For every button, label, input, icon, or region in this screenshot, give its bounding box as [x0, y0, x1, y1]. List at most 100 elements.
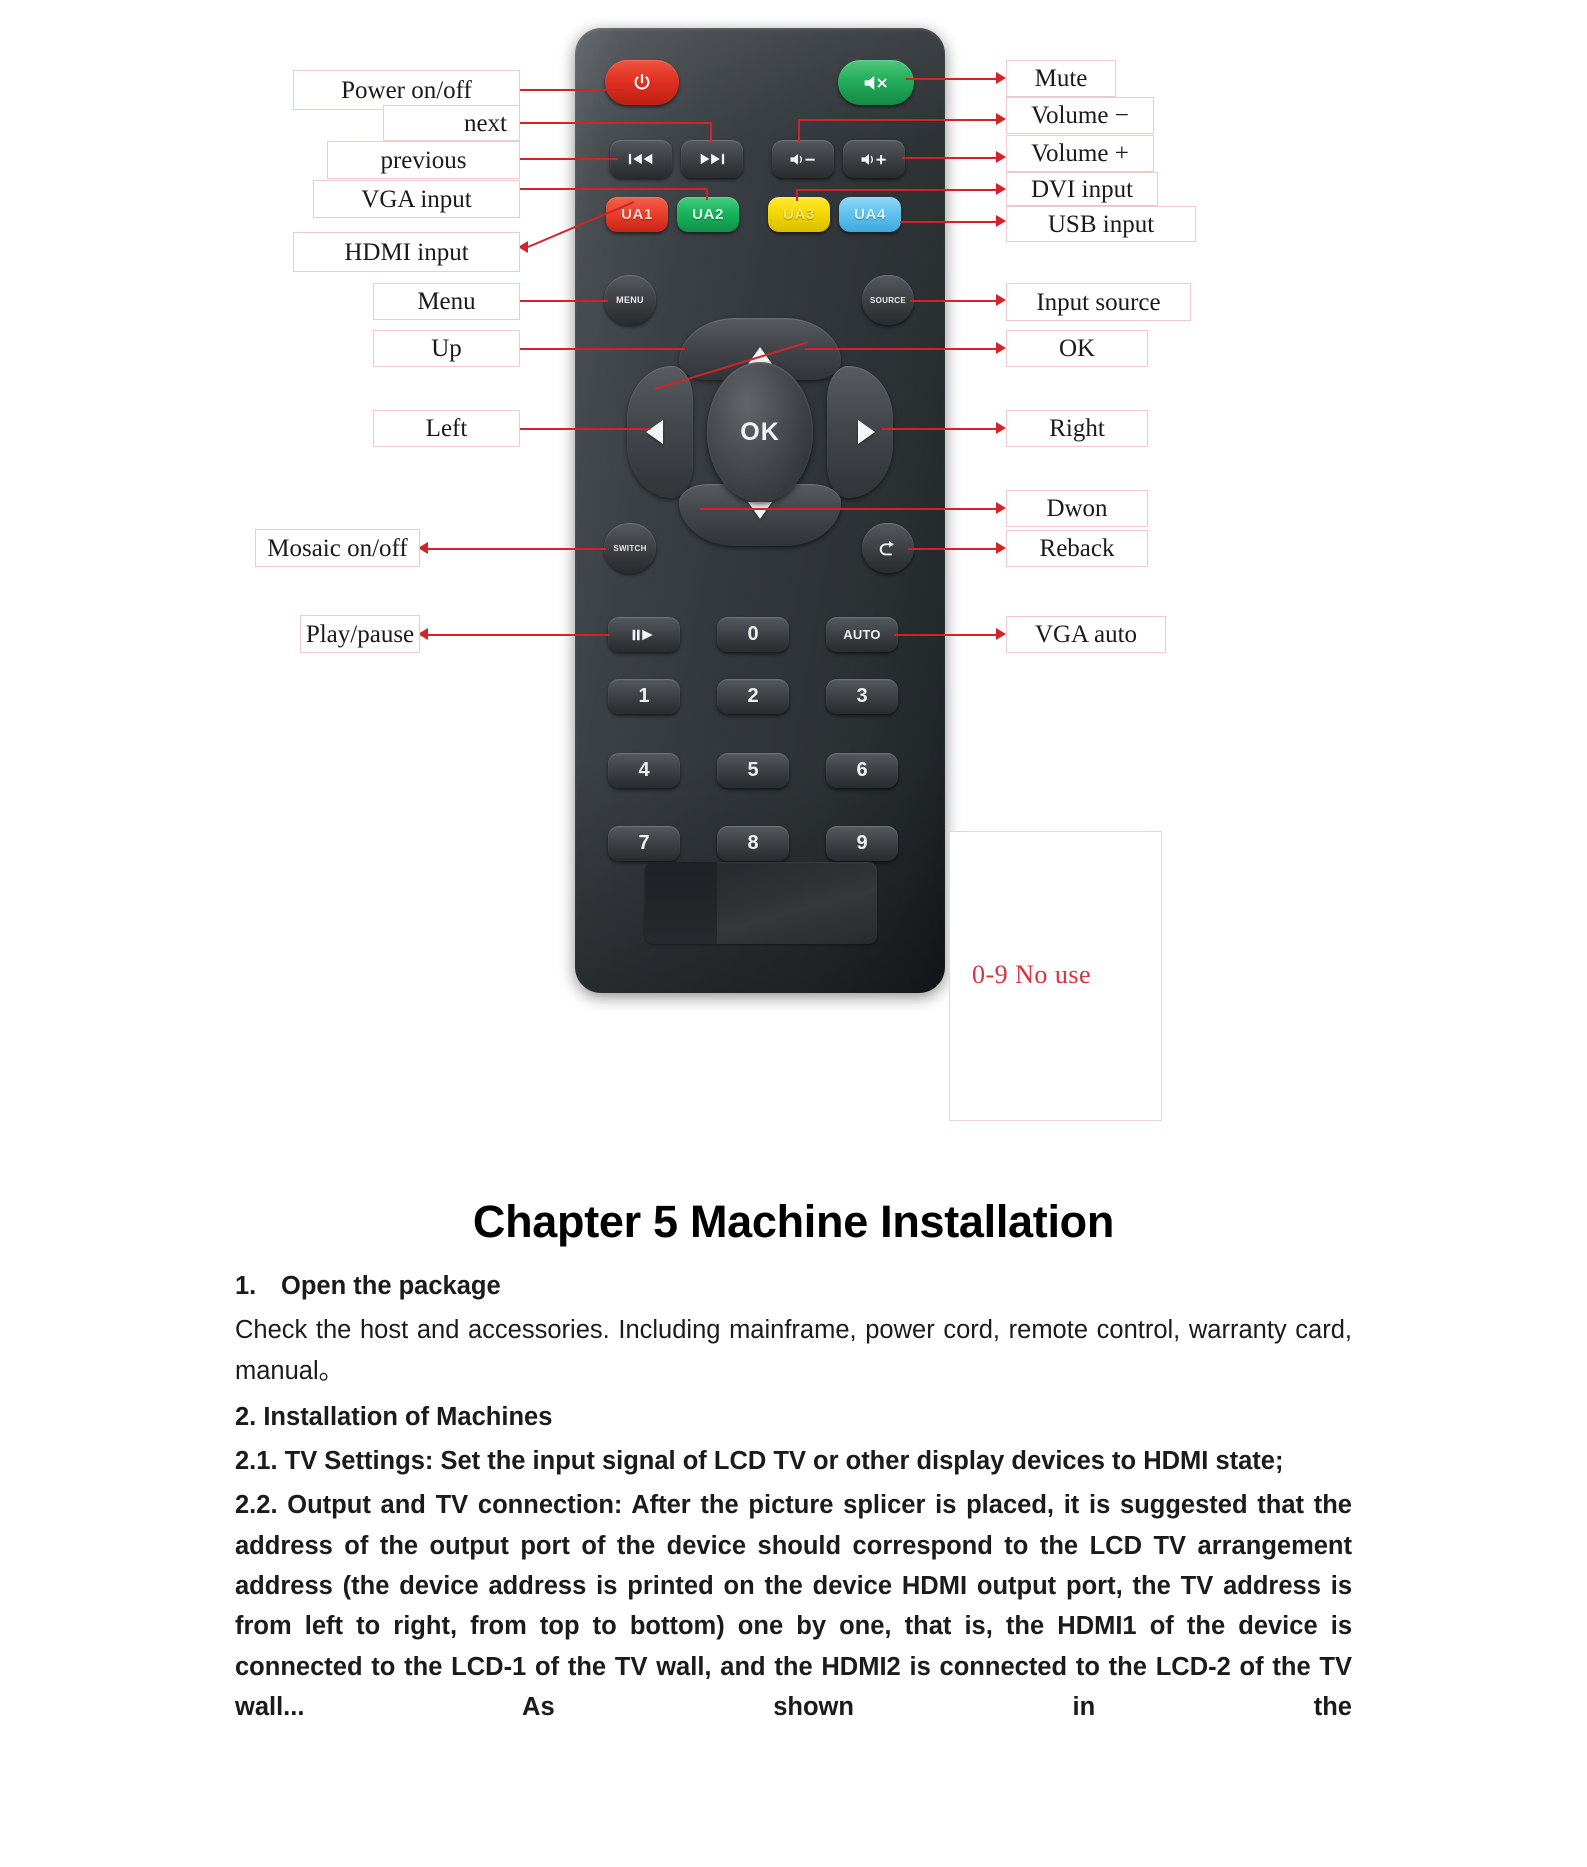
leader-line-vol-down-h — [798, 119, 996, 121]
arrow-down-icon — [748, 501, 772, 519]
ua4-button[interactable]: UA4 — [839, 197, 901, 232]
leader-arrow-dvi — [996, 183, 1006, 195]
label-dvi-input: DVI input — [1006, 172, 1158, 206]
ua2-button[interactable]: UA2 — [677, 197, 739, 232]
label-down-text: Dwon — [1046, 495, 1108, 522]
leader-line-vga-h — [520, 188, 708, 190]
key-7-label: 7 — [638, 832, 650, 854]
key-1-label: 1 — [638, 685, 650, 707]
ua3-button[interactable]: UA3 — [768, 197, 830, 232]
reback-button[interactable] — [862, 523, 914, 573]
leader-line-down — [700, 508, 996, 510]
mute-button[interactable] — [838, 60, 914, 105]
ua1-button[interactable]: UA1 — [606, 197, 668, 232]
label-usb-input-text: USB input — [1047, 210, 1155, 238]
label-hdmi-input: HDMI input — [293, 232, 520, 272]
key-0-button[interactable]: 0 — [717, 617, 789, 652]
key-3-button[interactable]: 3 — [826, 679, 898, 714]
ua4-label: UA4 — [854, 206, 886, 223]
previous-button[interactable] — [610, 140, 672, 178]
leader-line-vol-down-v — [798, 119, 800, 143]
no-use-note-text: 0-9 No use — [972, 960, 1092, 989]
label-power-on-off: Power on/off — [293, 70, 520, 110]
key-5-button[interactable]: 5 — [717, 753, 789, 788]
label-left: Left — [373, 410, 520, 447]
key-6-button[interactable]: 6 — [826, 753, 898, 788]
leader-arrow-vga-auto — [996, 628, 1006, 640]
leader-line-reback — [908, 548, 996, 550]
volume-up-icon — [861, 153, 886, 165]
key-2-button[interactable]: 2 — [717, 679, 789, 714]
dpad: OK — [627, 318, 893, 546]
power-icon — [634, 73, 650, 89]
source-button-label: SOURCE — [869, 295, 907, 305]
label-mosaic-on-off-text: Mosaic on/off — [267, 534, 408, 562]
label-previous: previous — [327, 141, 520, 179]
leader-arrow-usb — [996, 215, 1006, 227]
chapter-title: Chapter 5 Machine Installation — [472, 1196, 1115, 1247]
ua1-label: UA1 — [621, 206, 653, 223]
volume-down-button[interactable] — [772, 140, 834, 178]
switch-button-label: SWITCH — [613, 543, 647, 553]
leader-line-vol-up — [902, 157, 996, 159]
leader-line-ok-h — [805, 348, 996, 350]
dpad-right-button[interactable] — [827, 366, 893, 498]
switch-button[interactable]: SWITCH — [604, 523, 656, 573]
item-2-1-paragraph: 2.1. TV Settings: Set the input signal o… — [235, 1447, 1284, 1476]
label-input-source-text: Input source — [1036, 288, 1161, 316]
label-up: Up — [373, 330, 520, 367]
item-2-2-paragraph: 2.2. Output and TV connection: After the… — [235, 1491, 1352, 1721]
label-vga-auto: VGA auto — [1006, 616, 1166, 653]
auto-button[interactable]: AUTO — [826, 617, 898, 652]
ok-button[interactable]: OK — [707, 362, 813, 502]
mute-icon — [864, 75, 887, 90]
leader-line-next-h — [520, 122, 712, 124]
leader-arrow-ok — [996, 342, 1006, 354]
label-volume-up-text: Volume + — [1031, 140, 1129, 167]
leader-line-power — [520, 89, 625, 91]
label-up-text: Up — [431, 335, 462, 362]
item-1-heading: 1. Open the package — [235, 1266, 1352, 1306]
label-ok: OK — [1006, 330, 1148, 367]
item-2-heading: 2. Installation of Machines — [235, 1402, 553, 1431]
label-menu-text: Menu — [417, 288, 476, 315]
undo-arrow-icon — [879, 541, 894, 556]
leader-arrow-reback — [996, 542, 1006, 554]
key-5-label: 5 — [747, 759, 759, 781]
label-volume-down-text: Volume − — [1031, 102, 1129, 129]
label-right-text: Right — [1049, 415, 1105, 442]
key-9-button[interactable]: 9 — [826, 826, 898, 861]
label-volume-down: Volume − — [1006, 97, 1154, 134]
leader-line-play — [428, 634, 610, 636]
battery-door-notch — [645, 862, 717, 944]
label-down: Dwon — [1006, 490, 1148, 527]
leader-line-left — [520, 428, 650, 430]
next-button[interactable] — [681, 140, 743, 178]
play-pause-icon — [632, 629, 653, 640]
play-pause-button[interactable] — [608, 617, 680, 652]
auto-button-label: AUTO — [843, 627, 881, 642]
key-7-button[interactable]: 7 — [608, 826, 680, 861]
item-1-title: Open the package — [281, 1272, 501, 1300]
leader-line-up — [520, 348, 685, 350]
label-mosaic-on-off: Mosaic on/off — [255, 529, 420, 567]
key-1-button[interactable]: 1 — [608, 679, 680, 714]
label-right: Right — [1006, 410, 1148, 447]
key-4-button[interactable]: 4 — [608, 753, 680, 788]
remote-control-diagram: UA1 UA2 UA3 UA4 MENU SOURCE OK SWITCH 0 … — [0, 0, 1587, 1200]
key-8-button[interactable]: 8 — [717, 826, 789, 861]
leader-arrow-vol-up — [996, 151, 1006, 163]
power-button[interactable] — [605, 60, 679, 105]
document-body: 1. Open the package Check the host and ac… — [235, 1266, 1352, 1727]
leader-arrow-source — [996, 294, 1006, 306]
label-next: next — [383, 105, 520, 141]
key-8-label: 8 — [747, 832, 759, 854]
label-input-source: Input source — [1006, 283, 1191, 321]
volume-up-button[interactable] — [843, 140, 905, 178]
key-9-label: 9 — [856, 832, 868, 854]
arrow-right-icon — [857, 420, 875, 444]
leader-arrow-down — [996, 502, 1006, 514]
leader-line-dvi-h — [796, 189, 996, 191]
label-reback-text: Reback — [1039, 535, 1115, 562]
label-previous-text: previous — [380, 146, 467, 174]
